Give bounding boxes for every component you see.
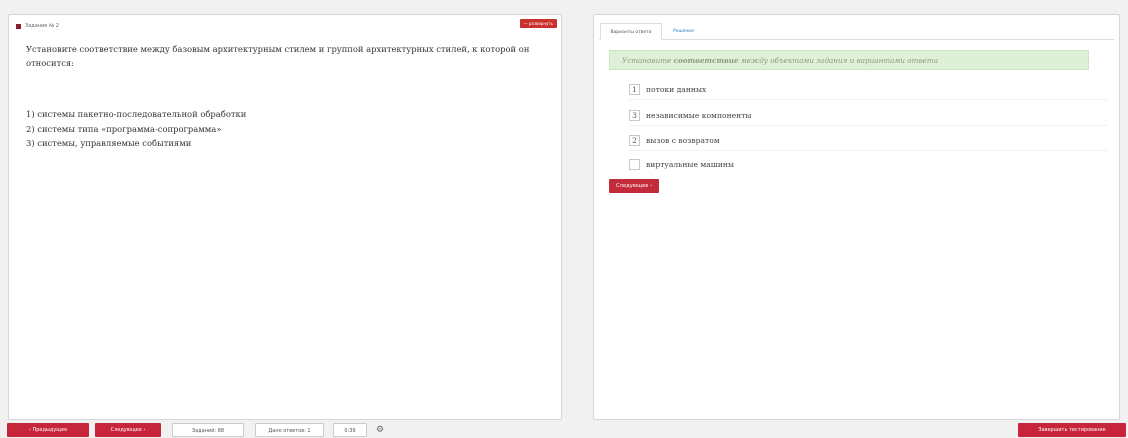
answer-tabs: Варианты ответа Решение	[599, 23, 1114, 40]
next-bottom-button[interactable]: Следующее ›	[95, 423, 161, 437]
option-label: вызов с возвратом	[646, 136, 720, 145]
answer-option[interactable]: 2 вызов с возвратом	[629, 134, 720, 147]
answer-option[interactable]: виртуальные машины	[629, 158, 734, 171]
timer: 0:39	[333, 423, 367, 437]
answer-option[interactable]: 3 независимые компоненты	[629, 109, 751, 122]
instruction-hint: Установите соответствие между объектами …	[609, 50, 1089, 70]
next-button[interactable]: Следующее ›	[609, 179, 660, 193]
expand-button[interactable]: — развернуть	[519, 19, 557, 28]
tasks-count: Заданий: 88	[172, 423, 244, 437]
answered-count: Дано ответов: 1	[255, 423, 324, 437]
previous-button[interactable]: ‹ Предыдущее	[7, 423, 89, 437]
bottom-toolbar: ‹ Предыдущее Следующее › Заданий: 88 Дан…	[0, 421, 1128, 438]
question-text: Установите соответствие между базовым ар…	[26, 42, 546, 70]
hint-prefix: Установите	[622, 56, 672, 65]
question-statement: Установите соответствие между базовым ар…	[26, 44, 530, 68]
option-label: виртуальные машины	[646, 160, 735, 169]
hint-suffix: между объектами задания и вариантами отв…	[740, 56, 938, 65]
option-divider	[629, 125, 1107, 126]
tab-answer-options[interactable]: Варианты ответа	[600, 23, 662, 40]
question-item: 3) системы, управляемые событиями	[26, 138, 192, 148]
task-marker-icon	[16, 23, 21, 29]
option-number-input[interactable]: 3	[629, 110, 640, 121]
task-header: Задание № 2	[16, 21, 59, 31]
question-panel: Задание № 2 — развернуть Установите соот…	[8, 14, 562, 420]
question-item: 2) системы типа «программа-сопрограмма»	[26, 123, 222, 134]
option-divider	[629, 150, 1107, 151]
answer-panel: Варианты ответа Решение Установите соотв…	[593, 14, 1120, 420]
option-number-input[interactable]: 1	[629, 84, 640, 95]
option-label: независимые компоненты	[646, 111, 752, 120]
task-title: Задание № 2	[25, 23, 59, 29]
tab-solution[interactable]: Решение	[669, 23, 698, 40]
answer-option[interactable]: 1 потоки данных	[629, 83, 706, 96]
option-divider	[629, 99, 1107, 100]
option-number-input[interactable]	[629, 159, 640, 170]
option-number-input[interactable]: 2	[629, 135, 640, 146]
hint-bold: соответствие	[673, 56, 739, 65]
finish-test-button[interactable]: Завершить тестирование	[1018, 423, 1126, 437]
question-item: 1) системы пакетно-последовательной обра…	[26, 109, 247, 119]
option-label: потоки данных	[646, 85, 707, 94]
question-items: 1) системы пакетно-последовательной обра…	[26, 107, 246, 151]
gear-icon[interactable]: ⚙	[371, 423, 389, 437]
